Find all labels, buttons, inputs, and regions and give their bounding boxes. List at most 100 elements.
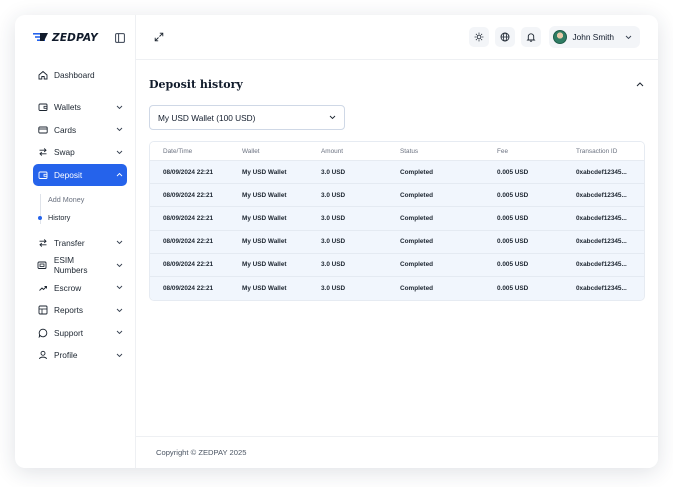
submenu-item-history[interactable]: History xyxy=(48,209,127,227)
chevron-down-icon xyxy=(115,261,123,269)
sidebar-item-swap[interactable]: Swap xyxy=(33,141,127,163)
cell-datetime: 08/09/2024 22:21 xyxy=(163,261,214,269)
expand-icon[interactable] xyxy=(154,32,164,42)
cell-status: Completed xyxy=(400,191,434,199)
app-window: ZEDPAY Dashboard Wallets Cards Swap Depo… xyxy=(15,15,658,468)
globe-icon xyxy=(500,32,510,42)
cell-status: Completed xyxy=(400,285,434,293)
cell-transaction-id: 0xabcdef12345... xyxy=(576,214,627,222)
sidebar-item-label: Transfer xyxy=(54,237,85,248)
swap-icon xyxy=(37,147,48,158)
sidebar-item-support[interactable]: Support xyxy=(33,322,127,344)
sidebar-item-wallets[interactable]: Wallets xyxy=(33,96,127,118)
sidebar-item-label: Cards xyxy=(54,124,77,135)
sidebar-item-label: Swap xyxy=(54,147,75,157)
submenu-item-add-money[interactable]: Add Money xyxy=(48,191,127,209)
sidebar-item-label: ESIM Numbers xyxy=(53,255,88,275)
cell-wallet: My USD Wallet xyxy=(242,261,287,269)
cell-datetime: 08/09/2024 22:21 xyxy=(163,214,214,222)
cell-transaction-id: 0xabcdef12345... xyxy=(576,285,627,293)
logo-mark-icon xyxy=(33,29,49,47)
sidebar-item-reports[interactable]: Reports xyxy=(33,299,127,321)
deposit-history-section: Deposit history My USD Wallet (100 USD) … xyxy=(136,64,658,302)
sidebar-collapse-icon[interactable] xyxy=(113,31,127,45)
sidebar-item-esim-numbers[interactable]: ESIM Numbers xyxy=(33,254,127,276)
brand-logo[interactable]: ZEDPAY xyxy=(33,29,98,47)
support-icon xyxy=(37,327,48,338)
sidebar-header: ZEDPAY xyxy=(15,15,135,60)
table-row[interactable]: 08/09/2024 22:21 My USD Wallet 3.0 USD C… xyxy=(150,184,644,208)
table-row[interactable]: 08/09/2024 22:21 My USD Wallet 3.0 USD C… xyxy=(150,230,644,254)
cell-wallet: My USD Wallet xyxy=(242,214,287,222)
table-row[interactable]: 08/09/2024 22:21 My USD Wallet 3.0 USD C… xyxy=(150,161,644,185)
submenu-active-dot xyxy=(38,215,42,220)
chevron-down-icon xyxy=(115,239,123,247)
sidebar-item-label: Profile xyxy=(54,350,78,360)
sidebar-item-profile[interactable]: Profile xyxy=(33,344,127,366)
cell-status: Completed xyxy=(400,238,434,246)
table-header: Date/Time Wallet Amount Status Fee Trans… xyxy=(150,142,644,161)
sidebar-nav: Dashboard Wallets Cards Swap Deposit Add… xyxy=(15,64,135,366)
column-header-transaction-id[interactable]: Transaction ID xyxy=(576,148,644,155)
column-header-wallet[interactable]: Wallet xyxy=(242,148,321,155)
table-row[interactable]: 08/09/2024 22:21 My USD Wallet 3.0 USD C… xyxy=(150,276,644,301)
top-bar-actions: John Smith xyxy=(469,26,640,48)
cell-transaction-id: 0xabcdef12345... xyxy=(576,238,627,246)
cell-transaction-id: 0xabcdef12345... xyxy=(576,168,627,176)
cell-status: Completed xyxy=(400,168,434,176)
table-row[interactable]: 08/09/2024 22:21 My USD Wallet 3.0 USD C… xyxy=(150,207,644,231)
sidebar-item-transfer[interactable]: Transfer xyxy=(33,232,127,254)
page-title: Deposit history xyxy=(149,78,243,91)
wallet-select-value: My USD Wallet (100 USD) xyxy=(158,112,256,123)
collapse-section-icon[interactable] xyxy=(635,80,645,90)
sidebar-item-deposit[interactable]: Deposit xyxy=(33,163,127,186)
chevron-down-icon xyxy=(115,103,123,111)
sidebar-item-label: Escrow xyxy=(54,282,82,293)
cell-transaction-id: 0xabcdef12345... xyxy=(576,261,627,269)
sidebar-item-label: Dashboard xyxy=(54,70,95,80)
column-header-status[interactable]: Status xyxy=(400,148,497,155)
cell-datetime: 08/09/2024 22:21 xyxy=(163,285,214,293)
wallet-select[interactable]: My USD Wallet (100 USD) xyxy=(149,105,345,130)
cell-status: Completed xyxy=(400,261,434,269)
chevron-down-icon xyxy=(115,329,123,337)
sidebar-item-escrow[interactable]: Escrow xyxy=(33,277,127,299)
cell-amount: 3.0 USD xyxy=(321,191,346,199)
cell-status: Completed xyxy=(400,214,434,222)
column-header-amount[interactable]: Amount xyxy=(321,148,400,155)
table-row[interactable]: 08/09/2024 22:21 My USD Wallet 3.0 USD C… xyxy=(150,253,644,277)
cell-wallet: My USD Wallet xyxy=(242,191,287,199)
sidebar-item-label: Deposit xyxy=(54,169,83,180)
cell-wallet: My USD Wallet xyxy=(242,285,287,293)
sidebar-item-dashboard[interactable]: Dashboard xyxy=(33,64,127,86)
cell-fee: 0.005 USD xyxy=(497,191,529,199)
sidebar-item-cards[interactable]: Cards xyxy=(33,119,127,141)
top-bar: John Smith xyxy=(136,15,658,60)
language-button[interactable] xyxy=(495,27,516,47)
sim-icon xyxy=(37,260,48,271)
cell-wallet: My USD Wallet xyxy=(242,238,287,246)
chevron-down-icon xyxy=(115,148,123,156)
theme-toggle-button[interactable] xyxy=(469,27,490,47)
profile-icon xyxy=(37,350,48,361)
sidebar-item-label: Wallets xyxy=(54,102,81,112)
cell-amount: 3.0 USD xyxy=(321,214,346,222)
home-icon xyxy=(37,70,48,81)
deposit-history-table: Date/Time Wallet Amount Status Fee Trans… xyxy=(149,141,645,302)
table-body: 08/09/2024 22:21 My USD Wallet 3.0 USD C… xyxy=(150,161,644,301)
notifications-button[interactable] xyxy=(521,27,542,47)
column-header-fee[interactable]: Fee xyxy=(497,148,576,155)
chevron-down-icon xyxy=(115,351,123,359)
cell-amount: 3.0 USD xyxy=(321,285,346,293)
cell-transaction-id: 0xabcdef12345... xyxy=(576,191,627,199)
brand-name: ZEDPAY xyxy=(52,31,98,44)
copyright-text: Copyright © ZEDPAY 2025 xyxy=(156,448,247,457)
column-header-datetime[interactable]: Date/Time xyxy=(163,148,242,155)
cell-fee: 0.005 USD xyxy=(497,214,529,222)
user-menu[interactable]: John Smith xyxy=(549,26,640,48)
cell-datetime: 08/09/2024 22:21 xyxy=(163,238,214,246)
cell-fee: 0.005 USD xyxy=(497,168,529,176)
cell-fee: 0.005 USD xyxy=(497,285,529,293)
bell-icon xyxy=(526,32,536,42)
footer: Copyright © ZEDPAY 2025 xyxy=(136,436,658,468)
